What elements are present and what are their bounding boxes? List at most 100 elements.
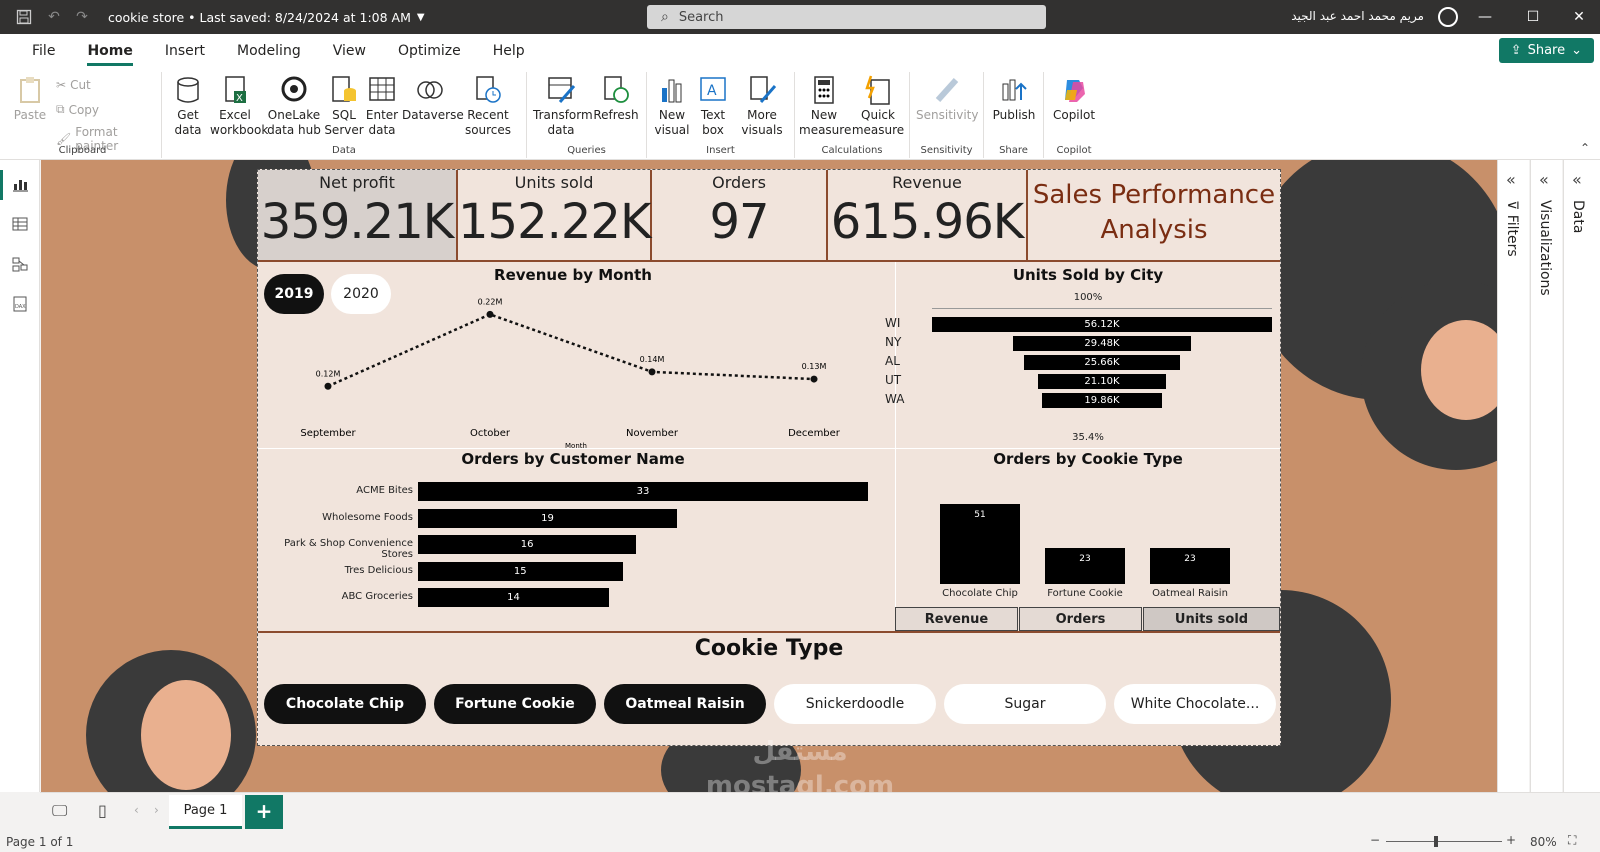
line-point[interactable] [324, 382, 332, 390]
page-tab-1[interactable]: Page 1 [169, 795, 242, 829]
funnel-bar[interactable]: 21.10K [1038, 374, 1166, 389]
cookie-sugar-button[interactable]: Sugar [944, 684, 1106, 724]
funnel-bar[interactable]: 19.86K [1041, 393, 1163, 408]
copy-button[interactable]: ⧉ Copy [56, 102, 99, 117]
mobile-layout-icon[interactable]: ▯ [98, 801, 107, 820]
zoom-slider-thumb[interactable] [1434, 836, 1438, 847]
maximize-icon[interactable]: ☐ [1510, 0, 1556, 34]
share-button[interactable]: ⇪ Share ⌄ [1498, 38, 1594, 63]
tab-modeling[interactable]: Modeling [221, 34, 317, 68]
copilot-button[interactable]: Copilot [1050, 74, 1098, 123]
tab-help[interactable]: Help [477, 34, 541, 68]
collapse-ribbon-icon[interactable]: ⌃ [1580, 141, 1590, 155]
revenue-line-chart[interactable]: 0.12M September 0.22M October 0.14M November 0… [258, 280, 895, 450]
get-data-button[interactable]: Get data [168, 74, 208, 138]
cookie-fortune-button[interactable]: Fortune Cookie [434, 684, 596, 724]
table-view-icon[interactable] [10, 214, 30, 234]
cookie-oatmeal-raisin-button[interactable]: Oatmeal Raisin [604, 684, 766, 724]
redo-icon[interactable]: ↷ [72, 7, 92, 27]
tab-view[interactable]: View [317, 34, 382, 68]
chevron-down-icon[interactable]: ▼ [417, 12, 425, 23]
funnel-bar[interactable]: 56.12K [932, 317, 1272, 332]
group-label-data: Data [332, 145, 356, 156]
onelake-button[interactable]: OneLake data hub [266, 74, 322, 138]
line-point[interactable] [486, 310, 494, 318]
cookie-bar[interactable]: 23 [1045, 547, 1125, 584]
zoom-slider[interactable] [1386, 841, 1502, 842]
customer-bar[interactable]: 19 [418, 508, 678, 528]
visualizations-label: Visualizations [1537, 200, 1553, 296]
tab-insert[interactable]: Insert [149, 34, 221, 68]
cookie-snickerdoodle-button[interactable]: Snickerdoodle [774, 684, 936, 724]
cookie-bar[interactable]: 51 [940, 504, 1020, 584]
visualizations-pane[interactable]: « Visualizations [1530, 160, 1562, 792]
line-point[interactable] [810, 375, 818, 383]
chevron-right-icon[interactable]: › [154, 803, 159, 817]
chevron-left-icon[interactable]: « [1539, 170, 1549, 189]
chevron-left-icon[interactable]: ‹ [134, 803, 139, 817]
close-icon[interactable]: ✕ [1556, 0, 1600, 34]
measure-revenue-button[interactable]: Revenue [895, 607, 1018, 631]
search-box[interactable]: ⌕ Search [647, 5, 1046, 29]
zoom-in-icon[interactable]: + [1506, 833, 1516, 847]
report-view-icon[interactable] [10, 174, 30, 194]
tab-file[interactable]: File [16, 34, 71, 68]
cut-button[interactable]: ✂ Cut [56, 78, 91, 92]
text-box-button[interactable]: A Text box [695, 74, 731, 138]
funnel-bar[interactable]: 25.66K [1024, 355, 1180, 370]
dax-query-icon[interactable]: DAX [10, 294, 30, 314]
line-point[interactable] [648, 368, 656, 376]
funnel-bar[interactable]: 29.48K [1012, 336, 1192, 351]
quick-measure-button[interactable]: Quick measure [851, 74, 905, 138]
minimize-icon[interactable]: — [1462, 0, 1508, 34]
publish-button[interactable]: Publish [990, 74, 1038, 123]
dataverse-button[interactable]: Dataverse [402, 74, 464, 123]
measure-orders-button[interactable]: Orders [1019, 607, 1142, 631]
recent-sources-button[interactable]: Recent sources [460, 74, 516, 138]
city-label: WA [885, 392, 905, 406]
refresh-button[interactable]: Refresh [593, 74, 639, 123]
cookie-white-chocolate-button[interactable]: White Chocolate... [1114, 684, 1276, 724]
zoom-out-icon[interactable]: − [1370, 833, 1380, 847]
kpi-units-sold[interactable]: Units sold 152.22K [458, 170, 652, 262]
table-icon [367, 74, 397, 106]
enter-data-button[interactable]: Enter data [364, 74, 400, 138]
new-visual-button[interactable]: New visual [651, 74, 693, 138]
save-icon[interactable] [14, 7, 34, 27]
customer-bar[interactable]: 14 [418, 588, 609, 607]
model-view-icon[interactable] [10, 254, 30, 274]
svg-text:X: X [236, 93, 243, 104]
transform-data-button[interactable]: Transform data [533, 74, 593, 138]
cookie-chocolate-chip-button[interactable]: Chocolate Chip [264, 684, 426, 724]
fit-page-icon[interactable]: ⛶ [1568, 833, 1576, 848]
customer-bar[interactable]: 33 [418, 482, 868, 501]
add-page-button[interactable]: + [245, 795, 283, 829]
sensitivity-button[interactable]: Sensitivity [916, 74, 978, 123]
customer-bar[interactable]: 15 [418, 561, 623, 581]
data-label: 0.22M [478, 297, 503, 306]
publish-icon [999, 74, 1029, 106]
customer-bar[interactable]: 16 [418, 535, 637, 554]
zoom-level: 80% [1530, 835, 1557, 849]
excel-workbook-button[interactable]: X Excel workbook [210, 74, 268, 138]
measure-units-sold-button[interactable]: Units sold [1143, 607, 1280, 631]
avatar[interactable] [1438, 7, 1458, 27]
kpi-revenue[interactable]: Revenue 615.96K [828, 170, 1028, 262]
data-pane[interactable]: « Data [1563, 160, 1600, 792]
tab-home[interactable]: Home [71, 34, 148, 68]
data-label: 0.14M [640, 355, 665, 364]
chevron-left-icon[interactable]: « [1572, 170, 1582, 189]
kpi-orders[interactable]: Orders 97 [652, 170, 828, 262]
chevron-left-icon[interactable]: « [1506, 170, 1516, 189]
new-measure-button[interactable]: New measure [799, 74, 851, 138]
tab-optimize[interactable]: Optimize [382, 34, 477, 68]
paste-button[interactable]: Paste [10, 74, 50, 123]
filters-pane[interactable]: « ⊽ Filters [1497, 160, 1529, 792]
kpi-net-profit[interactable]: Net profit 359.21K [258, 170, 458, 262]
sql-server-button[interactable]: SQL Server [324, 74, 364, 138]
more-visuals-button[interactable]: More visuals [735, 74, 789, 138]
undo-icon[interactable]: ↶ [44, 7, 64, 27]
desktop-layout-icon[interactable]: 🖵 [52, 801, 67, 821]
group-label-calculations: Calculations [821, 145, 883, 156]
cookie-bar[interactable]: 23 [1150, 547, 1230, 584]
